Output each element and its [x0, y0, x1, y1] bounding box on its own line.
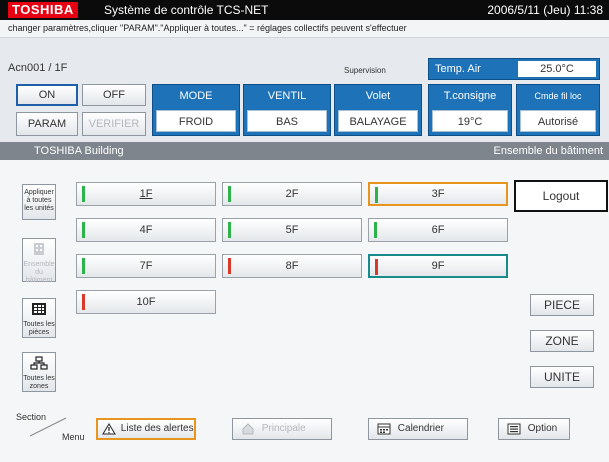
grid-icon: [23, 302, 55, 320]
floor-button-3f[interactable]: 3F: [368, 182, 508, 206]
status-bar-3f: [375, 187, 378, 203]
control-panel: Acn001 / 1F Supervision Temp. Air 25.0°C…: [0, 38, 609, 142]
status-bar-2f: [228, 186, 231, 202]
status-bar-5f: [228, 222, 231, 238]
ventil-value: BAS: [247, 110, 327, 132]
floor-button-10f[interactable]: 10F: [76, 290, 216, 314]
building-scope: Ensemble du bâtiment: [493, 145, 603, 157]
title-bar: TOSHIBA Système de contrôle TCS-NET 2006…: [0, 0, 609, 20]
apply-all-units-button[interactable]: Appliquer à toutes les unités: [22, 184, 56, 220]
floor-label-1f: 1F: [139, 188, 153, 200]
floor-button-2f[interactable]: 2F: [222, 182, 362, 206]
all-rooms-button[interactable]: Toutes les pièces: [22, 298, 56, 338]
whole-building-label: Ensemble du bâtiment: [23, 261, 55, 284]
mode-block[interactable]: MODE FROID: [152, 84, 240, 136]
alert-list-button[interactable]: Liste des alertes: [96, 418, 196, 440]
floor-label-7f: 7F: [139, 260, 153, 272]
volet-block[interactable]: Volet BALAYAGE: [334, 84, 422, 136]
building-bar: TOSHIBA Building Ensemble du bâtiment: [0, 142, 609, 160]
cmde-label: Cmde fil loc: [534, 91, 582, 101]
status-bar-6f: [374, 222, 377, 238]
status-bar-9f: [375, 259, 378, 275]
status-bar-1f: [82, 186, 85, 202]
all-zones-label: Toutes les zones: [23, 375, 55, 390]
volet-label: Volet: [365, 90, 391, 102]
unite-button[interactable]: UNITE: [530, 366, 594, 388]
toshiba-logo: TOSHIBA: [8, 2, 78, 18]
status-bar-7f: [82, 258, 85, 274]
consigne-label: T.consigne: [443, 90, 497, 102]
floor-button-1f[interactable]: 1F: [76, 182, 216, 206]
temp-air-value: 25.0°C: [518, 61, 596, 77]
option-button[interactable]: Option: [498, 418, 570, 440]
floor-label-6f: 6F: [431, 224, 445, 236]
logout-button[interactable]: Logout: [514, 180, 608, 212]
datetime: 2006/5/11 (Jeu) 11:38: [487, 3, 603, 17]
floor-label-2f: 2F: [285, 188, 299, 200]
warning-icon: [102, 423, 116, 435]
off-button[interactable]: OFF: [82, 84, 146, 106]
ventil-block[interactable]: VENTIL BAS: [243, 84, 331, 136]
status-bar-8f: [228, 258, 231, 274]
consigne-block[interactable]: T.consigne 19°C: [428, 84, 512, 136]
floor-label-3f: 3F: [431, 188, 445, 200]
building-icon: [23, 242, 55, 260]
floor-button-9f[interactable]: 9F: [368, 254, 508, 278]
alert-list-label: Liste des alertes: [120, 423, 194, 434]
floor-label-9f: 9F: [431, 260, 445, 272]
floor-button-6f[interactable]: 6F: [368, 218, 508, 242]
cmde-block[interactable]: Cmde fil loc Autorisé: [516, 84, 600, 136]
zones-icon: [23, 356, 55, 374]
mode-label: MODE: [179, 90, 213, 102]
ventil-label: VENTIL: [267, 90, 307, 102]
zone-button[interactable]: ZONE: [530, 330, 594, 352]
building-name: TOSHIBA Building: [34, 145, 124, 157]
consigne-value: 19°C: [432, 110, 508, 132]
principale-button[interactable]: Principale: [232, 418, 332, 440]
principale-label: Principale: [261, 423, 306, 434]
unit-name: Acn001 / 1F: [8, 62, 68, 74]
temp-air-display: Temp. Air 25.0°C: [428, 58, 600, 80]
app-title: Système de contrôle TCS-NET: [104, 3, 269, 17]
option-label: Option: [527, 423, 558, 434]
floor-button-7f[interactable]: 7F: [76, 254, 216, 278]
floor-button-4f[interactable]: 4F: [76, 218, 216, 242]
floor-button-8f[interactable]: 8F: [222, 254, 362, 278]
floor-label-10f: 10F: [136, 296, 156, 308]
param-button[interactable]: PARAM: [16, 112, 78, 136]
home-icon: [241, 423, 255, 435]
floor-label-4f: 4F: [139, 224, 153, 236]
on-button[interactable]: ON: [16, 84, 78, 106]
calendar-button[interactable]: Calendrier: [368, 418, 468, 440]
floor-label-5f: 5F: [285, 224, 299, 236]
calendar-icon: [377, 423, 391, 435]
volet-value: BALAYAGE: [338, 110, 418, 132]
floor-label-8f: 8F: [285, 260, 299, 272]
all-rooms-label: Toutes les pièces: [23, 321, 55, 336]
temp-air-label: Temp. Air: [435, 63, 481, 75]
status-bar-10f: [82, 294, 85, 310]
menu-label: Menu: [62, 432, 85, 442]
whole-building-button[interactable]: Ensemble du bâtiment: [22, 238, 56, 284]
supervision-label: Supervision: [344, 66, 386, 75]
all-zones-button[interactable]: Toutes les zones: [22, 352, 56, 392]
calendar-label: Calendrier: [397, 423, 444, 434]
piece-button[interactable]: PIECE: [530, 294, 594, 316]
cmde-value: Autorisé: [520, 110, 596, 132]
list-icon: [507, 423, 521, 435]
instruction-text: changer paramètres,cliquer "PARAM"."Appl…: [0, 20, 609, 38]
floor-button-5f[interactable]: 5F: [222, 218, 362, 242]
mode-value: FROID: [156, 110, 236, 132]
verifier-button[interactable]: VERIFIER: [82, 112, 146, 136]
status-bar-4f: [82, 222, 85, 238]
main-area: 1F 2F 3F 4F 5F 6F 7F 8F 9F 10F Appliquer…: [0, 160, 609, 462]
